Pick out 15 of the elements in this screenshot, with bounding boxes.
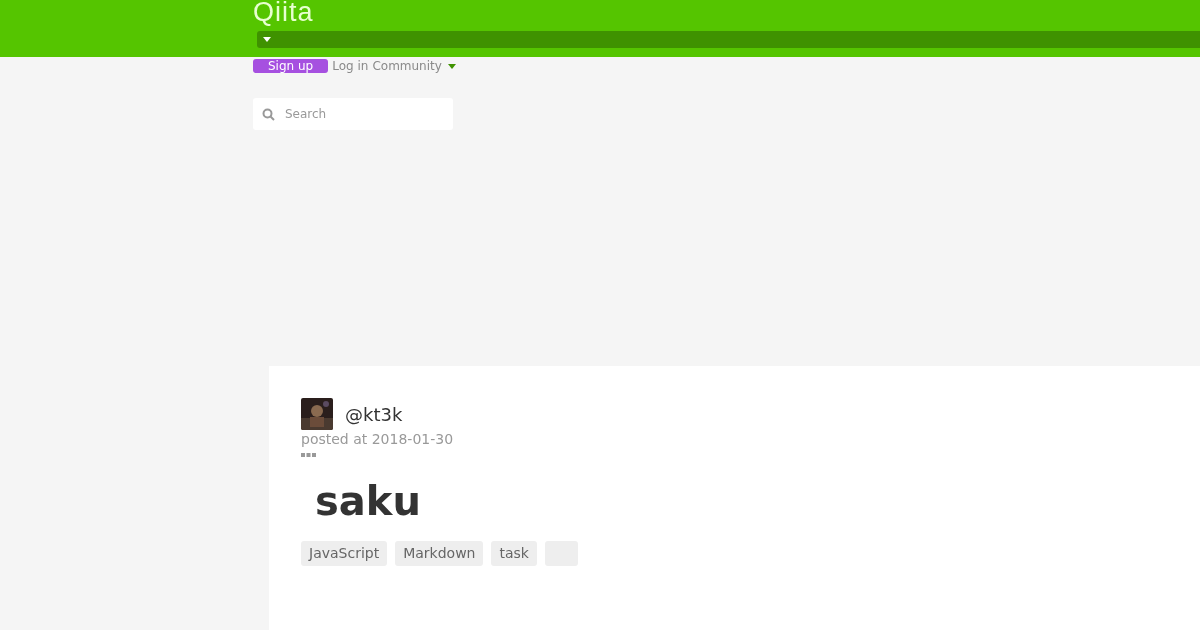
login-link[interactable]: Log in — [332, 59, 369, 73]
posted-date: posted at 2018-01-30 — [301, 431, 455, 447]
tag[interactable]: JavaScript — [301, 541, 388, 566]
tag[interactable]: task — [491, 541, 537, 566]
caret-icon — [447, 63, 456, 69]
community-link[interactable]: Community — [372, 59, 442, 73]
article-title: saku — [315, 477, 422, 525]
signup-button[interactable]: Sign up — [253, 59, 329, 73]
more-icon[interactable] — [301, 453, 316, 457]
author-name[interactable]: @kt3k — [345, 403, 403, 425]
tag[interactable]: Markdown — [395, 541, 484, 566]
caret-icon — [263, 37, 271, 42]
search-field[interactable]: Search — [253, 98, 453, 130]
dropdown-bar[interactable] — [257, 31, 1200, 48]
search-icon — [262, 108, 275, 121]
